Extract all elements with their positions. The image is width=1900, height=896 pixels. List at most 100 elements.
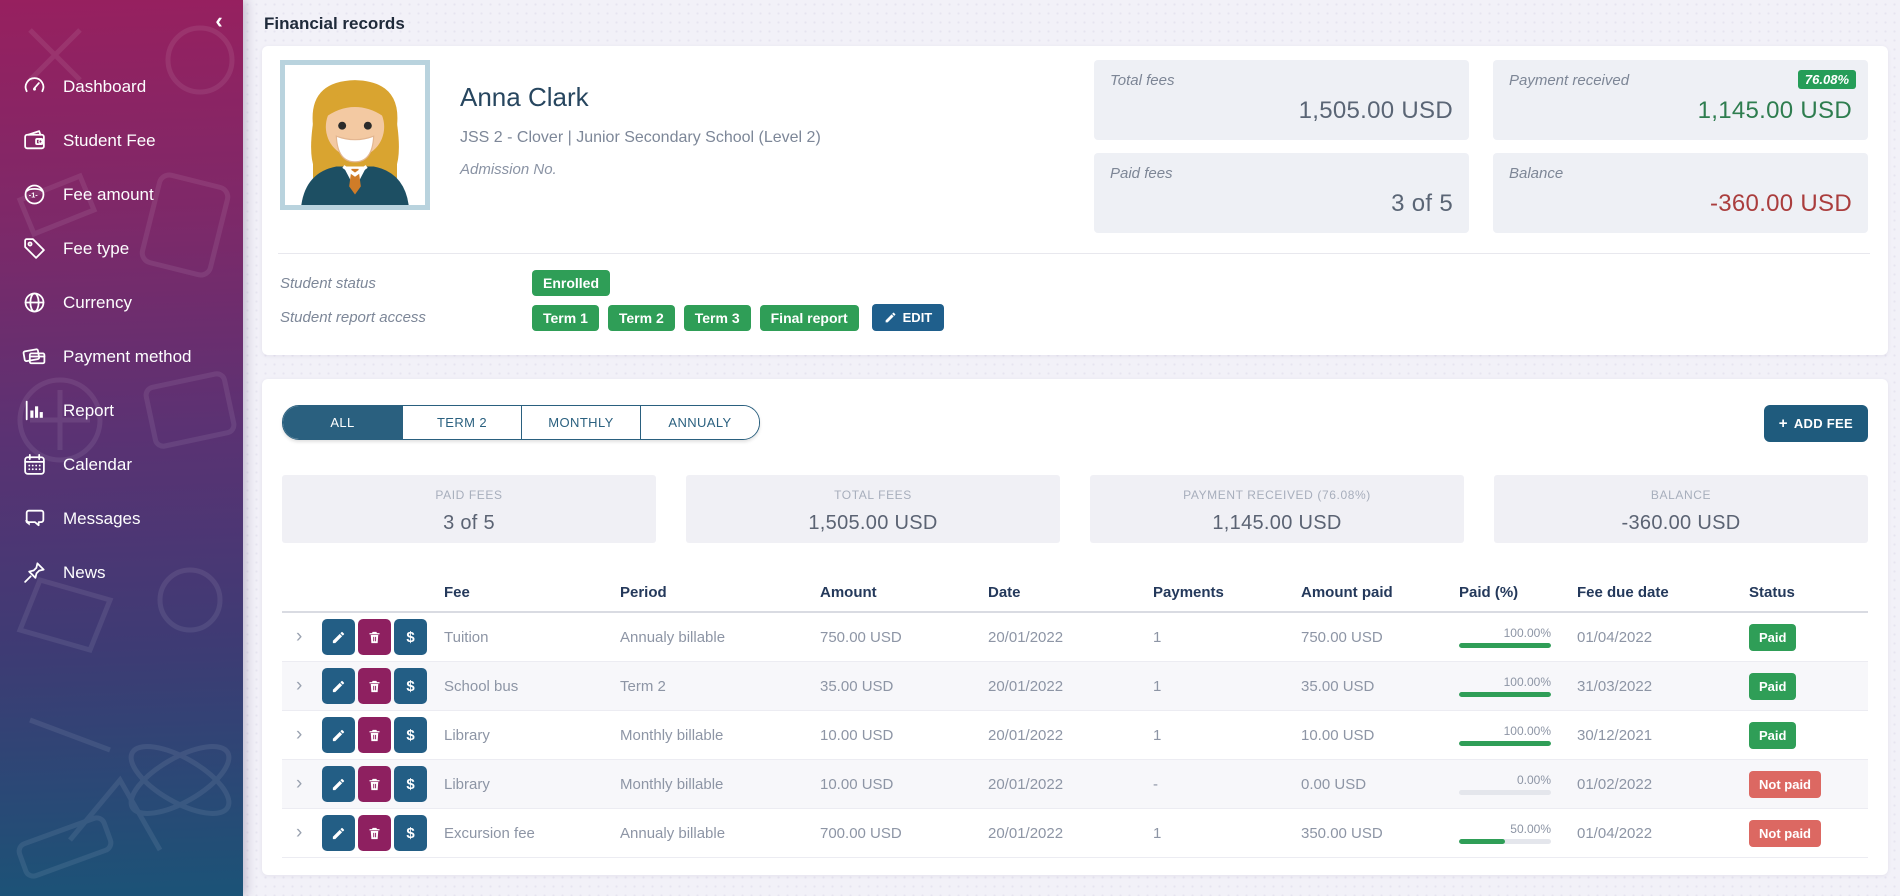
- delete-fee-button[interactable]: [358, 668, 391, 704]
- fee-table: Fee Period Amount Date Payments Amount p…: [282, 573, 1868, 858]
- fee-name-cell: Library: [444, 776, 620, 793]
- amount-cell: 750.00 USD: [820, 629, 988, 646]
- sidebar-item-fee-amount[interactable]: -1- Fee amount: [0, 172, 243, 217]
- paid-progress-bar: [1459, 839, 1551, 844]
- paid-percentage-cell: 100.00%: [1459, 626, 1551, 648]
- sidebar-item-label: News: [63, 563, 106, 583]
- fee-name-cell: Excursion fee: [444, 825, 620, 842]
- sidebar-collapse-button[interactable]: ‹: [205, 8, 233, 36]
- delete-fee-button[interactable]: [358, 717, 391, 753]
- payments-button[interactable]: $: [394, 717, 427, 753]
- calendar-icon: [22, 452, 47, 477]
- row-expander-chevron-icon[interactable]: ›: [282, 724, 322, 746]
- summary-payment-received: PAYMENT RECEIVED (76.08%) 1,145.00 USD: [1090, 475, 1464, 543]
- fee-due-date-cell: 01/02/2022: [1577, 776, 1749, 793]
- row-expander-chevron-icon[interactable]: ›: [282, 675, 322, 697]
- term3-badge: Term 3: [684, 305, 751, 331]
- payments-button[interactable]: $: [394, 766, 427, 802]
- student-status-label: Student status: [280, 275, 532, 292]
- payment-received-value: 1,145.00 USD: [1509, 97, 1852, 125]
- paid-percentage-cell: 0.00%: [1459, 773, 1551, 795]
- column-date: Date: [988, 584, 1153, 601]
- payments-cell: 1: [1153, 678, 1301, 695]
- summary-paid-fees: PAID FEES 3 of 5: [282, 475, 656, 543]
- summary-label: BALANCE: [1504, 488, 1858, 502]
- payment-received-percentage-badge: 76.08%: [1798, 70, 1856, 89]
- tab-all[interactable]: ALL: [283, 406, 402, 439]
- delete-fee-button[interactable]: [358, 815, 391, 851]
- status-badge: Not paid: [1749, 771, 1821, 798]
- payments-button[interactable]: $: [394, 668, 427, 704]
- trash-icon: [367, 826, 382, 841]
- period-cell: Monthly billable: [620, 776, 820, 793]
- fee-type-icon: [22, 236, 47, 261]
- add-fee-button[interactable]: + ADD FEE: [1764, 405, 1868, 442]
- student-fee-icon: c: [22, 128, 47, 153]
- sidebar-item-payment-method[interactable]: Payment method: [0, 334, 243, 379]
- sidebar-item-label: Payment method: [63, 347, 192, 367]
- fee-table-header: Fee Period Amount Date Payments Amount p…: [282, 573, 1868, 613]
- period-cell: Monthly billable: [620, 727, 820, 744]
- sidebar-item-fee-type[interactable]: Fee type: [0, 226, 243, 271]
- status-badge: Paid: [1749, 673, 1796, 700]
- period-cell: Term 2: [620, 678, 820, 695]
- row-actions: $: [322, 717, 444, 753]
- tab-term-2[interactable]: TERM 2: [402, 406, 521, 439]
- amount-cell: 700.00 USD: [820, 825, 988, 842]
- tab-monthly[interactable]: MONTHLY: [521, 406, 640, 439]
- edit-fee-button[interactable]: [322, 766, 355, 802]
- table-row: › $ Library Monthly billable 10.00 USD 2…: [282, 760, 1868, 809]
- paid-progress-fill: [1459, 643, 1551, 648]
- sidebar-item-report[interactable]: Report: [0, 388, 243, 433]
- date-cell: 20/01/2022: [988, 727, 1153, 744]
- tab-annualy[interactable]: ANNUALY: [640, 406, 759, 439]
- amount-paid-cell: 0.00 USD: [1301, 776, 1459, 793]
- table-row: › $ Tuition Annualy billable 750.00 USD …: [282, 613, 1868, 662]
- sidebar-item-dashboard[interactable]: Dashboard: [0, 64, 243, 109]
- delete-fee-button[interactable]: [358, 766, 391, 802]
- edit-fee-button[interactable]: [322, 717, 355, 753]
- paid-percentage-text: 100.00%: [1459, 675, 1551, 689]
- paid-percentage-text: 50.00%: [1459, 822, 1551, 836]
- fee-filter-tabs: ALL TERM 2 MONTHLY ANNUALY: [282, 405, 760, 440]
- fee-due-date-cell: 31/03/2022: [1577, 678, 1749, 695]
- paid-percentage-text: 100.00%: [1459, 724, 1551, 738]
- sidebar-item-student-fee[interactable]: c Student Fee: [0, 118, 243, 163]
- date-cell: 20/01/2022: [988, 678, 1153, 695]
- term2-badge: Term 2: [608, 305, 675, 331]
- paid-progress-fill: [1459, 741, 1551, 746]
- row-expander-chevron-icon[interactable]: ›: [282, 822, 322, 844]
- add-fee-label: ADD FEE: [1794, 416, 1853, 431]
- dollar-icon: $: [406, 678, 414, 695]
- edit-fee-button[interactable]: [322, 619, 355, 655]
- payments-button[interactable]: $: [394, 619, 427, 655]
- period-cell: Annualy billable: [620, 825, 820, 842]
- row-actions: $: [322, 619, 444, 655]
- summary-value: 3 of 5: [292, 512, 646, 535]
- admission-number-label: Admission No.: [460, 161, 821, 178]
- sidebar-item-currency[interactable]: Currency: [0, 280, 243, 325]
- payments-cell: 1: [1153, 825, 1301, 842]
- messages-icon: [22, 506, 47, 531]
- date-cell: 20/01/2022: [988, 629, 1153, 646]
- row-expander-chevron-icon[interactable]: ›: [282, 773, 322, 795]
- sidebar-item-calendar[interactable]: Calendar: [0, 442, 243, 487]
- total-fees-label: Total fees: [1110, 72, 1453, 89]
- edit-fee-button[interactable]: [322, 815, 355, 851]
- delete-fee-button[interactable]: [358, 619, 391, 655]
- edit-fee-button[interactable]: [322, 668, 355, 704]
- pencil-icon: [331, 728, 346, 743]
- sidebar-item-news[interactable]: News: [0, 550, 243, 595]
- row-expander-chevron-icon[interactable]: ›: [282, 626, 322, 648]
- edit-report-access-button[interactable]: EDIT: [872, 304, 945, 331]
- summary-value: 1,145.00 USD: [1100, 512, 1454, 535]
- sidebar-item-label: Fee amount: [63, 185, 154, 205]
- report-icon: [22, 398, 47, 423]
- amount-cell: 35.00 USD: [820, 678, 988, 695]
- dollar-icon: $: [406, 629, 414, 646]
- paid-percentage-cell: 100.00%: [1459, 724, 1551, 746]
- sidebar-item-label: Currency: [63, 293, 132, 313]
- paid-progress-fill: [1459, 839, 1505, 844]
- sidebar-item-messages[interactable]: Messages: [0, 496, 243, 541]
- payments-button[interactable]: $: [394, 815, 427, 851]
